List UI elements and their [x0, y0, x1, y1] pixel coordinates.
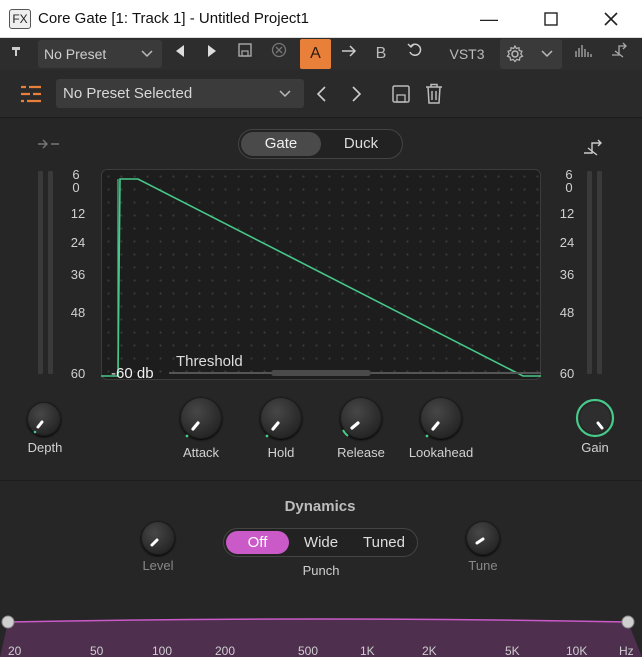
- settings-dropdown[interactable]: [500, 39, 562, 69]
- prev-preset-icon[interactable]: [170, 39, 190, 69]
- save-icon[interactable]: [235, 39, 255, 69]
- mode-duck-button[interactable]: Duck: [321, 132, 401, 156]
- plugin-format-label: VST3: [449, 46, 485, 62]
- envelope-curve: [101, 178, 541, 377]
- freq-tick: 2K: [422, 644, 437, 657]
- punch-off-button[interactable]: Off: [226, 531, 289, 554]
- freq-tick: 500: [298, 644, 319, 657]
- threshold-value[interactable]: -60 db: [111, 365, 154, 382]
- freq-tick: 20: [8, 644, 22, 657]
- freq-tick: 50: [90, 644, 104, 657]
- low-cut-handle[interactable]: [2, 616, 14, 628]
- freq-tick: Hz: [619, 644, 634, 657]
- freq-tick: 200: [215, 644, 236, 657]
- scale-right-label: 36: [559, 267, 575, 282]
- punch-wide-button[interactable]: Wide: [290, 531, 352, 554]
- depth-knob[interactable]: [27, 402, 61, 436]
- scale-right-label: 24: [559, 235, 575, 250]
- window-title: Core Gate [1: Track 1] - Untitled Projec…: [38, 10, 309, 27]
- undo-icon[interactable]: [404, 39, 426, 69]
- copy-a-to-b-icon[interactable]: [338, 39, 360, 69]
- pin-icon[interactable]: [6, 39, 26, 69]
- freq-tick: 100: [152, 644, 173, 657]
- scale-left-label: 60: [70, 366, 86, 381]
- input-icon: [37, 137, 61, 156]
- compare-a-button[interactable]: A: [300, 39, 331, 69]
- chevron-down-icon: [279, 90, 291, 98]
- freq-tick: 10K: [566, 644, 588, 657]
- delete-preset-icon[interactable]: [424, 83, 444, 110]
- level-label: Level: [142, 558, 174, 573]
- level-knob[interactable]: [141, 521, 175, 555]
- chevron-down-icon: [541, 50, 553, 58]
- attack-knob[interactable]: [180, 397, 222, 439]
- hold-label: Hold: [267, 445, 295, 460]
- threshold-label: Threshold: [176, 353, 243, 370]
- dynamics-title: Dynamics: [284, 498, 356, 515]
- punch-tuned-button[interactable]: Tuned: [352, 531, 416, 554]
- input-meter-right: [48, 171, 53, 374]
- release-label: Release: [337, 445, 385, 460]
- scale-left-label: 48: [70, 305, 86, 320]
- hold-knob[interactable]: [260, 397, 302, 439]
- menu-icon[interactable]: [20, 84, 42, 109]
- tune-knob[interactable]: [466, 521, 500, 555]
- scale-left-label: 0: [72, 180, 80, 195]
- gain-knob[interactable]: [575, 398, 615, 438]
- bypass-icon[interactable]: [269, 39, 289, 69]
- prev-preset-chevron-icon[interactable]: [314, 84, 330, 109]
- maximize-icon[interactable]: [540, 8, 562, 30]
- scale-right-label: 0: [565, 180, 573, 195]
- release-knob[interactable]: [340, 397, 382, 439]
- attack-label: Attack: [182, 445, 220, 460]
- lookahead-label: Lookahead: [408, 445, 474, 460]
- scale-left-label: 24: [70, 235, 86, 250]
- gear-icon: [506, 45, 524, 63]
- save-preset-icon[interactable]: [391, 84, 411, 109]
- mode-gate-button[interactable]: Gate: [241, 132, 321, 156]
- tune-label: Tune: [468, 558, 498, 573]
- scale-right-label: 48: [559, 305, 575, 320]
- freq-tick: 1K: [360, 644, 375, 657]
- lookahead-knob[interactable]: [420, 397, 462, 439]
- next-preset-icon[interactable]: [202, 39, 222, 69]
- analyzer-icon[interactable]: [572, 39, 594, 69]
- close-icon[interactable]: [600, 8, 622, 30]
- compare-b-button[interactable]: B: [371, 39, 391, 69]
- fx-badge: FX: [9, 9, 31, 29]
- chevron-down-icon: [141, 50, 153, 58]
- punch-label: Punch: [302, 563, 340, 578]
- plugin-preset-label: No Preset Selected: [63, 85, 193, 102]
- freq-tick: 5K: [505, 644, 520, 657]
- next-preset-chevron-icon[interactable]: [348, 84, 364, 109]
- output-meter-left: [587, 171, 592, 374]
- scale-left-label: 12: [70, 206, 86, 221]
- scale-right-label: 60: [559, 366, 575, 381]
- minimize-icon[interactable]: —: [478, 8, 500, 30]
- scale-right-label: 12: [559, 206, 575, 221]
- plugin-preset-dropdown[interactable]: No Preset Selected: [56, 79, 304, 108]
- output-sidechain-icon[interactable]: [583, 138, 605, 161]
- depth-label: Depth: [27, 440, 63, 455]
- host-preset-label: No Preset: [44, 46, 107, 62]
- sidechain-icon[interactable]: [609, 39, 631, 69]
- scale-left-label: 36: [70, 267, 86, 282]
- host-preset-dropdown[interactable]: No Preset: [38, 40, 162, 68]
- output-meter-right: [597, 171, 602, 374]
- input-meter-left: [38, 171, 43, 374]
- gain-label: Gain: [581, 440, 609, 455]
- high-cut-handle[interactable]: [622, 616, 634, 628]
